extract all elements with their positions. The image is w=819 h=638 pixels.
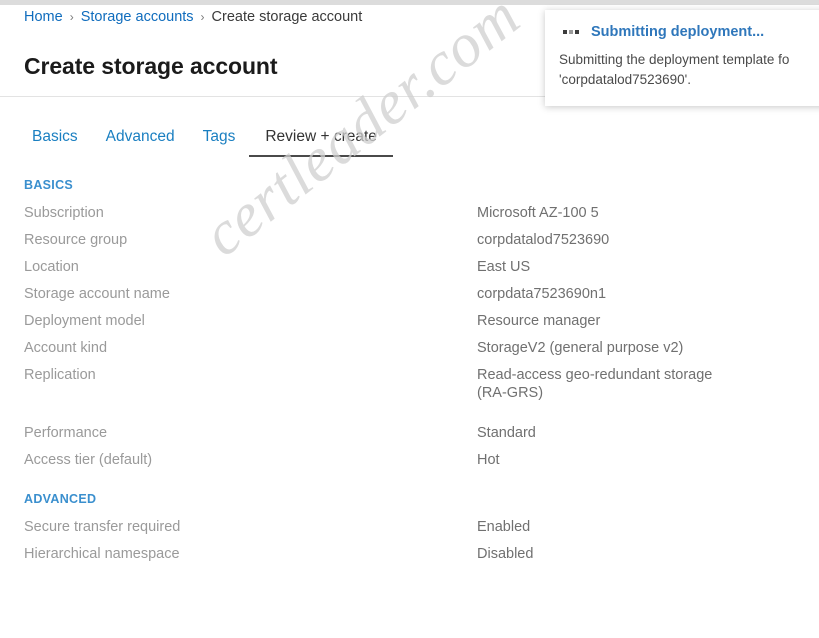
notification-toast[interactable]: Submitting deployment... Submitting the …: [545, 10, 819, 106]
summary-label: Account kind: [24, 340, 108, 356]
summary-label: Deployment model: [24, 313, 145, 329]
summary-value: Microsoft AZ-100 5: [477, 205, 599, 221]
summary-label: Replication: [24, 367, 96, 383]
breadcrumb-separator-icon: ›: [69, 10, 74, 24]
summary-spacer: [24, 411, 784, 424]
summary-value: corpdata7523690n1: [477, 286, 607, 302]
summary-row-location: Location East US: [24, 258, 784, 276]
section-heading-basics: BASICS: [24, 178, 74, 192]
summary-row-replication: Replication Read-access geo-redundant st…: [24, 366, 784, 402]
summary-row-secure-transfer-required: Secure transfer required Enabled: [24, 518, 784, 536]
summary-label: Subscription: [24, 205, 104, 221]
tab-tags[interactable]: Tags: [189, 128, 250, 155]
progress-dots-icon: [563, 30, 579, 34]
notification-body-line-2: 'corpdatalod7523690'.: [559, 72, 692, 87]
page-title: Create storage account: [24, 53, 278, 80]
summary-value: Enabled: [477, 519, 531, 535]
notification-header: Submitting deployment...: [559, 24, 819, 40]
notification-body-line-1: Submitting the deployment template fo: [559, 52, 790, 67]
summary-value: Standard: [477, 425, 536, 441]
breadcrumb-item-home[interactable]: Home: [24, 9, 63, 25]
summary-label: Resource group: [24, 232, 128, 248]
summary-value: Hot: [477, 452, 500, 468]
breadcrumb-separator-icon: ›: [200, 10, 205, 24]
breadcrumb-item-create-storage-account: Create storage account: [211, 9, 363, 25]
summary-label: Secure transfer required: [24, 519, 181, 535]
summary-value: StorageV2 (general purpose v2): [477, 340, 684, 356]
summary-label: Storage account name: [24, 286, 170, 302]
summary-row-account-kind: Account kind StorageV2 (general purpose …: [24, 339, 784, 357]
summary-label: Location: [24, 259, 79, 275]
summary-value: Resource manager: [477, 313, 601, 329]
summary-row-storage-account-name: Storage account name corpdata7523690n1: [24, 285, 784, 303]
summary-row-deployment-model: Deployment model Resource manager: [24, 312, 784, 330]
tab-basics[interactable]: Basics: [32, 128, 92, 155]
review-summary: BASICS Subscription Microsoft AZ-100 5 R…: [24, 178, 784, 572]
summary-row-hierarchical-namespace: Hierarchical namespace Disabled: [24, 545, 784, 563]
summary-value: Read-access geo-redundant storage (RA-GR…: [477, 367, 713, 401]
breadcrumb: Home › Storage accounts › Create storage…: [24, 5, 362, 29]
tab-review-create[interactable]: Review + create: [249, 128, 393, 157]
summary-label: Access tier (default): [24, 452, 153, 468]
summary-row-subscription: Subscription Microsoft AZ-100 5: [24, 204, 784, 222]
wizard-tabs: Basics Advanced Tags Review + create: [32, 128, 393, 157]
summary-value: Disabled: [477, 546, 534, 562]
section-heading-advanced: ADVANCED: [24, 492, 97, 506]
summary-value: East US: [477, 259, 531, 275]
breadcrumb-item-storage-accounts[interactable]: Storage accounts: [81, 9, 194, 25]
summary-value: corpdatalod7523690: [477, 232, 610, 248]
summary-row-access-tier: Access tier (default) Hot: [24, 451, 784, 469]
summary-label: Performance: [24, 425, 108, 441]
tab-advanced[interactable]: Advanced: [92, 128, 189, 155]
summary-row-performance: Performance Standard: [24, 424, 784, 442]
summary-label: Hierarchical namespace: [24, 546, 180, 562]
summary-row-resource-group: Resource group corpdatalod7523690: [24, 231, 784, 249]
notification-title[interactable]: Submitting deployment...: [591, 24, 764, 40]
